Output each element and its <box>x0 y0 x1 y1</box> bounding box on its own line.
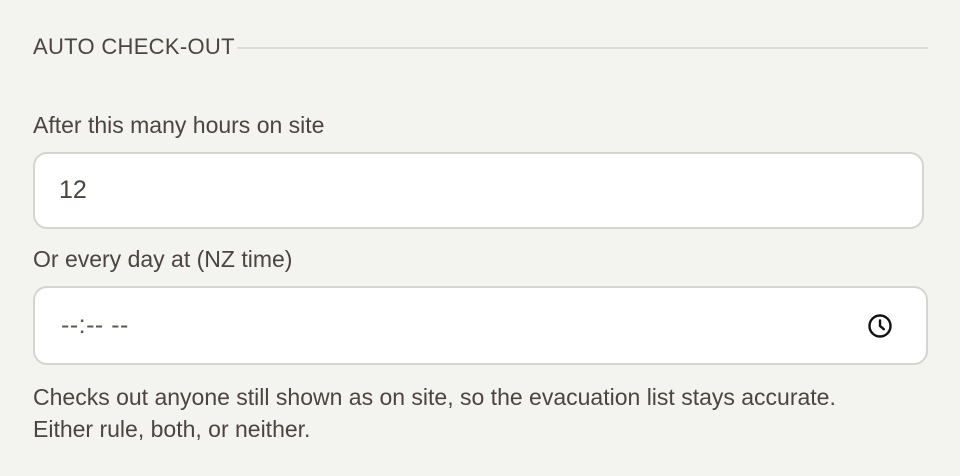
hours-input[interactable] <box>33 152 924 229</box>
help-text: Checks out anyone still shown as on site… <box>33 381 928 445</box>
help-text-line-1: Checks out anyone still shown as on site… <box>33 384 836 410</box>
time-input[interactable]: --:-- -- <box>33 286 928 365</box>
time-input-placeholder: --:-- -- <box>61 311 129 339</box>
time-field-label: Or every day at (NZ time) <box>33 246 293 272</box>
help-text-line-2: Either rule, both, or neither. <box>33 416 311 442</box>
section-header: AUTO CHECK-OUT <box>33 33 928 61</box>
hours-field-label: After this many hours on site <box>33 112 325 138</box>
section-title: AUTO CHECK-OUT <box>33 34 235 59</box>
section-divider <box>236 47 928 49</box>
clock-icon[interactable] <box>866 312 894 340</box>
